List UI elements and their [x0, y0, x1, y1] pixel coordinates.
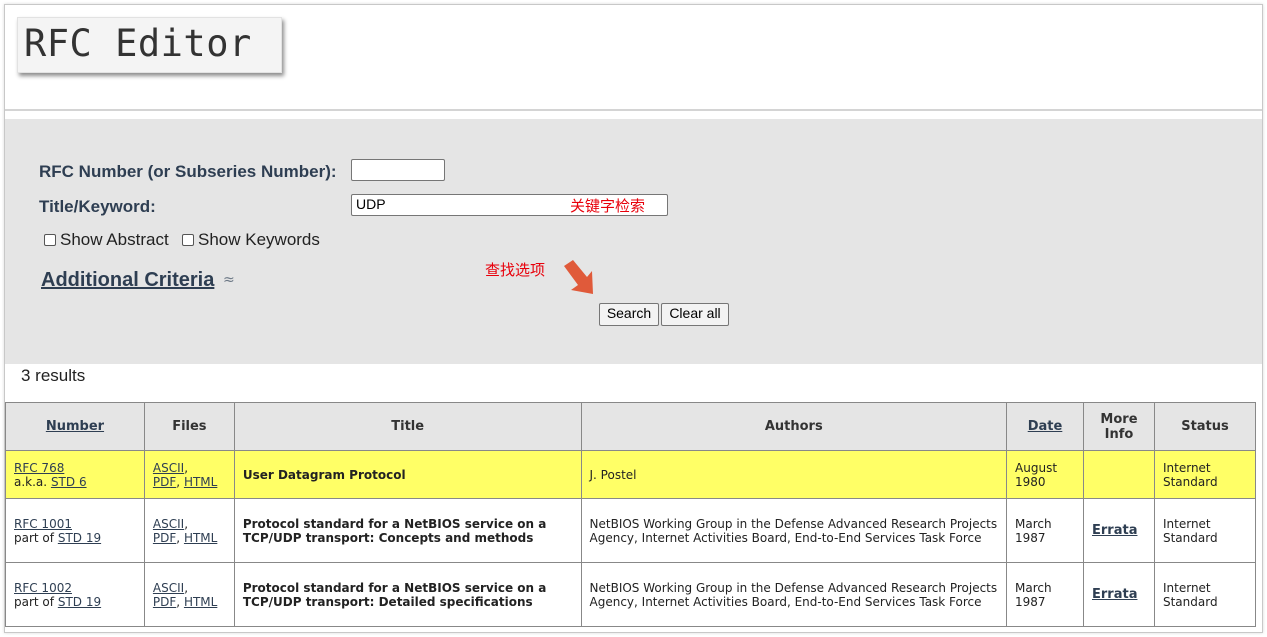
show-keywords-checkbox[interactable] [182, 234, 194, 246]
status-line-1: Internet [1162, 580, 1211, 595]
expand-chevron-icon[interactable]: ≈ [223, 272, 235, 288]
html-link[interactable]: HTML [184, 595, 217, 609]
rfc-editor-logo[interactable]: RFC Editor [17, 17, 282, 73]
table-header-row: Number Files Title Authors Date More Inf… [5, 402, 1257, 451]
date-year: 1987 [1015, 530, 1046, 545]
results-table: Number Files Title Authors Date More Inf… [5, 402, 1257, 627]
status-line-2: Standard [1162, 474, 1218, 489]
show-keywords-label: Show Keywords [198, 230, 320, 249]
files-cell: ASCII, PDF, HTML [143, 562, 235, 627]
ascii-link[interactable]: ASCII [153, 517, 184, 531]
page-frame: RFC Editor RFC Number (or Subseries Numb… [4, 4, 1263, 633]
date-sort-link[interactable]: Date [1028, 419, 1063, 434]
title-cell: Protocol standard for a NetBIOS service … [233, 562, 582, 627]
files-cell: ASCII, PDF, HTML [143, 450, 235, 499]
rfc-number-label: RFC Number (or Subseries Number): [39, 162, 337, 181]
status-line-2: Standard [1162, 530, 1218, 545]
status-line-1: Internet [1162, 460, 1211, 475]
rel-prefix: a.k.a. [14, 474, 48, 489]
rel-prefix: part of [14, 594, 54, 609]
files-cell: ASCII, PDF, HTML [143, 498, 235, 563]
html-link[interactable]: HTML [184, 531, 217, 545]
title-cell: Protocol standard for a NetBIOS service … [233, 498, 582, 563]
rfc-number-link[interactable]: RFC 1002 [14, 581, 72, 595]
additional-criteria-link[interactable]: Additional Criteria [41, 269, 214, 292]
std-link[interactable]: STD 6 [51, 475, 87, 489]
number-cell: RFC 1001 part of STD 19 [5, 498, 145, 563]
status-column-header: Status [1153, 402, 1257, 451]
more-info-cell: Errata [1083, 498, 1155, 563]
rfc-number-input[interactable] [351, 159, 445, 181]
authors-column-header: Authors [580, 402, 1008, 451]
date-month: March [1015, 516, 1052, 531]
table-row: RFC 1002 part of STD 19 ASCII, PDF, HTML… [5, 562, 1257, 627]
ascii-link[interactable]: ASCII [153, 461, 184, 475]
date-month: March [1015, 580, 1052, 595]
authors-cell: NetBIOS Working Group in the Defense Adv… [580, 562, 1008, 627]
rfc-number-link[interactable]: RFC 1001 [14, 517, 72, 531]
pdf-link[interactable]: PDF [153, 595, 176, 609]
status-line-1: Internet [1162, 516, 1211, 531]
authors-cell: NetBIOS Working Group in the Defense Adv… [580, 498, 1008, 563]
more-info-cell: Errata [1083, 562, 1155, 627]
date-month: August [1015, 460, 1058, 475]
errata-link[interactable]: Errata [1092, 587, 1137, 602]
rel-prefix: part of [14, 530, 54, 545]
files-column-header: Files [143, 402, 235, 451]
search-panel: RFC Number (or Subseries Number): Title/… [5, 119, 1262, 364]
errata-link[interactable]: Errata [1092, 523, 1137, 538]
number-cell: RFC 1002 part of STD 19 [5, 562, 145, 627]
clear-all-button[interactable]: Clear all [661, 303, 729, 326]
status-line-2: Standard [1162, 594, 1218, 609]
status-cell: Internet Standard [1153, 450, 1257, 499]
number-sort-link[interactable]: Number [46, 419, 104, 434]
date-cell: March 1987 [1006, 562, 1084, 627]
find-options-annotation: 查找选项 [485, 261, 546, 279]
title-column-header: Title [233, 402, 582, 451]
keyword-search-annotation: 关键字检索 [570, 197, 646, 215]
site-header: RFC Editor [5, 5, 1262, 111]
date-cell: August 1980 [1006, 450, 1084, 499]
date-cell: March 1987 [1006, 498, 1084, 563]
authors-cell: J. Postel [580, 450, 1008, 499]
table-row: RFC 1001 part of STD 19 ASCII, PDF, HTML… [5, 498, 1257, 563]
status-cell: Internet Standard [1153, 498, 1257, 563]
show-abstract-checkbox[interactable] [44, 234, 56, 246]
results-count: 3 results [21, 366, 86, 385]
title-keyword-value: UDP [356, 196, 386, 212]
show-abstract-label: Show Abstract [60, 230, 169, 249]
number-cell: RFC 768 a.k.a. STD 6 [5, 450, 145, 499]
table-row: RFC 768 a.k.a. STD 6 ASCII, PDF, HTML Us… [5, 450, 1257, 499]
more-info-column-header: More Info [1083, 402, 1155, 451]
pdf-link[interactable]: PDF [153, 475, 176, 489]
date-column-header[interactable]: Date [1006, 402, 1084, 451]
html-link[interactable]: HTML [184, 475, 217, 489]
status-cell: Internet Standard [1153, 562, 1257, 627]
date-year: 1980 [1015, 474, 1046, 489]
more-info-cell [1083, 450, 1155, 499]
title-cell: User Datagram Protocol [233, 450, 582, 499]
more-info-header-label: More Info [1100, 411, 1138, 442]
std-link[interactable]: STD 19 [58, 531, 101, 545]
number-column-header[interactable]: Number [5, 402, 145, 451]
rfc-number-link[interactable]: RFC 768 [14, 461, 64, 475]
red-arrow-icon [564, 260, 593, 294]
date-year: 1987 [1015, 594, 1046, 609]
title-keyword-label: Title/Keyword: [39, 197, 156, 216]
ascii-link[interactable]: ASCII [153, 581, 184, 595]
search-button[interactable]: Search [599, 303, 659, 326]
pdf-link[interactable]: PDF [153, 531, 176, 545]
std-link[interactable]: STD 19 [58, 595, 101, 609]
